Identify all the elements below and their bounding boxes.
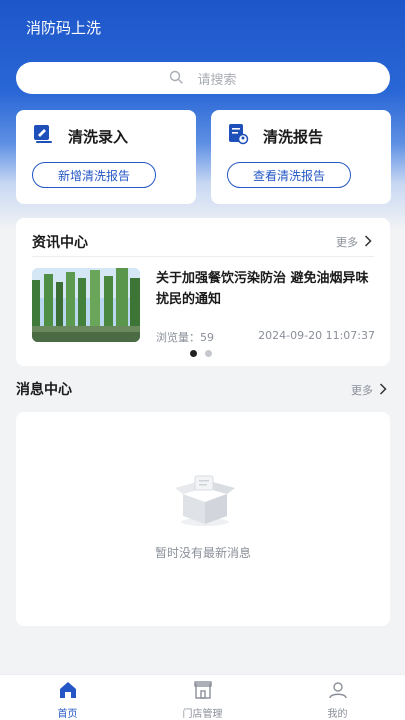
news-center-card: 资讯中心 更多 关于加强餐饮污染防治 避免油烟异味扰民的通知 浏览量：59 20…	[16, 218, 390, 366]
chevron-right-icon	[364, 234, 372, 250]
news-center-title: 资讯中心	[32, 235, 88, 251]
message-list-card: 暂时没有最新消息	[16, 412, 390, 626]
cleaning-entry-card[interactable]: 清洗录入 新增清洗报告	[16, 110, 196, 204]
home-icon	[58, 681, 78, 703]
search-icon	[169, 69, 184, 88]
view-count: 浏览量：59	[156, 329, 214, 345]
more-label: 更多	[336, 236, 358, 249]
add-cleaning-report-button[interactable]: 新增清洗报告	[32, 162, 156, 188]
entry-icon	[32, 123, 54, 149]
tab-profile[interactable]: 我的	[270, 675, 405, 720]
view-count-label: 浏览量：	[156, 331, 200, 344]
news-headline[interactable]: 关于加强餐饮污染防治 避免油烟异味扰民的通知	[156, 268, 378, 310]
view-count-value: 59	[200, 331, 214, 344]
message-center-title: 消息中心	[16, 382, 72, 398]
search-placeholder: 请搜索	[197, 72, 237, 88]
news-more-link[interactable]: 更多	[336, 234, 372, 250]
carousel-dot[interactable]	[205, 350, 212, 357]
carousel-indicator	[190, 350, 212, 357]
carousel-dot-active[interactable]	[190, 350, 197, 357]
tab-home[interactable]: 首页	[0, 675, 135, 720]
messages-more-link[interactable]: 更多	[351, 382, 387, 398]
report-icon	[227, 123, 249, 149]
cleaning-report-card[interactable]: 清洗报告 查看清洗报告	[211, 110, 391, 204]
empty-box-icon	[173, 472, 237, 532]
message-center-header: 消息中心	[16, 379, 72, 399]
tab-label: 门店管理	[182, 709, 223, 720]
bottom-tab-bar: 首页 门店管理 我的	[0, 674, 405, 720]
view-cleaning-report-button[interactable]: 查看清洗报告	[227, 162, 351, 188]
store-icon	[193, 681, 213, 703]
divider	[32, 256, 374, 257]
empty-message-text: 暂时没有最新消息	[154, 546, 251, 560]
card-title: 清洗录入	[68, 127, 129, 146]
app-title: 消防码上洗	[26, 19, 102, 37]
card-title: 清洗报告	[263, 127, 324, 146]
chevron-right-icon	[379, 382, 387, 398]
tab-label: 首页	[57, 709, 78, 720]
tab-store-management[interactable]: 门店管理	[135, 675, 270, 720]
search-bar[interactable]: 请搜索	[16, 62, 390, 94]
news-timestamp: 2024-09-20 11:07:37	[258, 329, 375, 342]
profile-icon	[328, 681, 348, 703]
news-thumbnail[interactable]	[32, 268, 140, 342]
more-label: 更多	[351, 384, 373, 397]
tab-label: 我的	[327, 709, 348, 720]
